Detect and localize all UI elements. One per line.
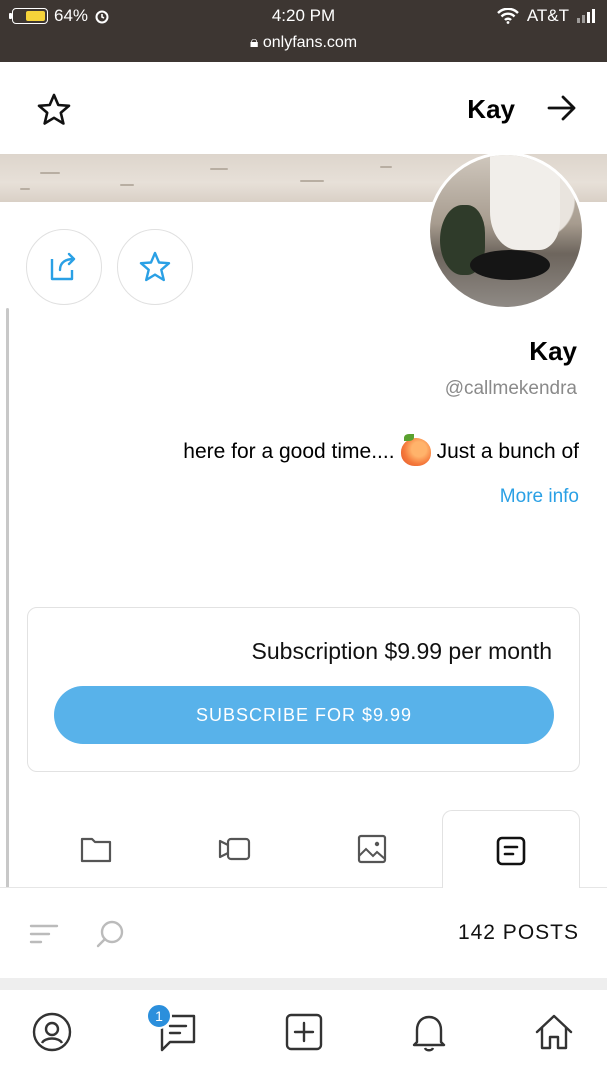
bell-icon	[412, 1015, 446, 1052]
lock-icon: 🔒︎	[249, 34, 259, 51]
favorite-button[interactable]	[117, 229, 193, 305]
wifi-icon	[496, 8, 519, 24]
posts-toolbar: 142 POSTS	[0, 888, 607, 978]
status-right: AT&T	[496, 6, 595, 26]
header-title: Kay	[467, 94, 515, 124]
image-icon	[357, 834, 387, 864]
filter-icon[interactable]	[28, 918, 60, 950]
url-bar[interactable]: 🔒︎ onlyfans.com	[0, 34, 607, 52]
video-icon	[218, 837, 251, 861]
bio-text-before: Just a bunch of	[436, 440, 579, 463]
home-icon	[535, 1014, 573, 1050]
back-arrow-icon[interactable]	[547, 94, 577, 122]
search-icon[interactable]	[94, 918, 126, 950]
bottom-nav	[0, 990, 607, 1080]
star-icon	[139, 251, 171, 282]
add-icon	[285, 1013, 323, 1051]
profile-icon	[32, 1012, 72, 1052]
nav-add-post[interactable]	[280, 1008, 328, 1056]
tab-videos[interactable]	[165, 810, 303, 888]
peach-emoji-icon	[400, 434, 431, 466]
carrier: AT&T	[526, 6, 569, 25]
profile-bio: here for a good time.... Just a bunch of	[183, 434, 579, 466]
divider	[0, 978, 607, 990]
subscription-price: Subscription $9.99 per month	[251, 638, 552, 664]
url-text: onlyfans.com	[262, 34, 358, 51]
posts-count: 142 POSTS	[457, 921, 579, 944]
folder-icon	[80, 837, 112, 863]
tab-posts[interactable]	[442, 810, 580, 890]
profile-name: Kay	[529, 336, 577, 366]
posts-icon	[496, 836, 526, 865]
subscribe-button[interactable]: SUBSCRIBE FOR $9.99	[54, 686, 554, 744]
share-button[interactable]	[26, 229, 102, 305]
status-bar: 64% 4:20 PM AT&T 🔒︎ onlyfans.com	[0, 0, 607, 62]
favorite-star-icon[interactable]	[36, 92, 72, 128]
more-info-link[interactable]: More info	[500, 486, 579, 508]
bio-text-after: here for a good time....	[183, 440, 395, 463]
share-icon	[50, 252, 76, 281]
profile-handle: @callmekendra	[444, 378, 577, 399]
nav-profile[interactable]	[28, 1008, 76, 1056]
subscription-card: Subscription $9.99 per month SUBSCRIBE F…	[27, 607, 580, 772]
tab-collections[interactable]	[27, 810, 165, 888]
nav-home[interactable]	[530, 1008, 578, 1056]
nav-notifications[interactable]	[405, 1008, 453, 1056]
content-tabs	[0, 810, 607, 890]
profile-header: Kay	[0, 62, 607, 154]
messages-badge: 1	[146, 1003, 172, 1029]
tab-photos[interactable]	[303, 810, 441, 888]
signal-icon	[577, 9, 595, 23]
avatar[interactable]	[427, 152, 585, 310]
